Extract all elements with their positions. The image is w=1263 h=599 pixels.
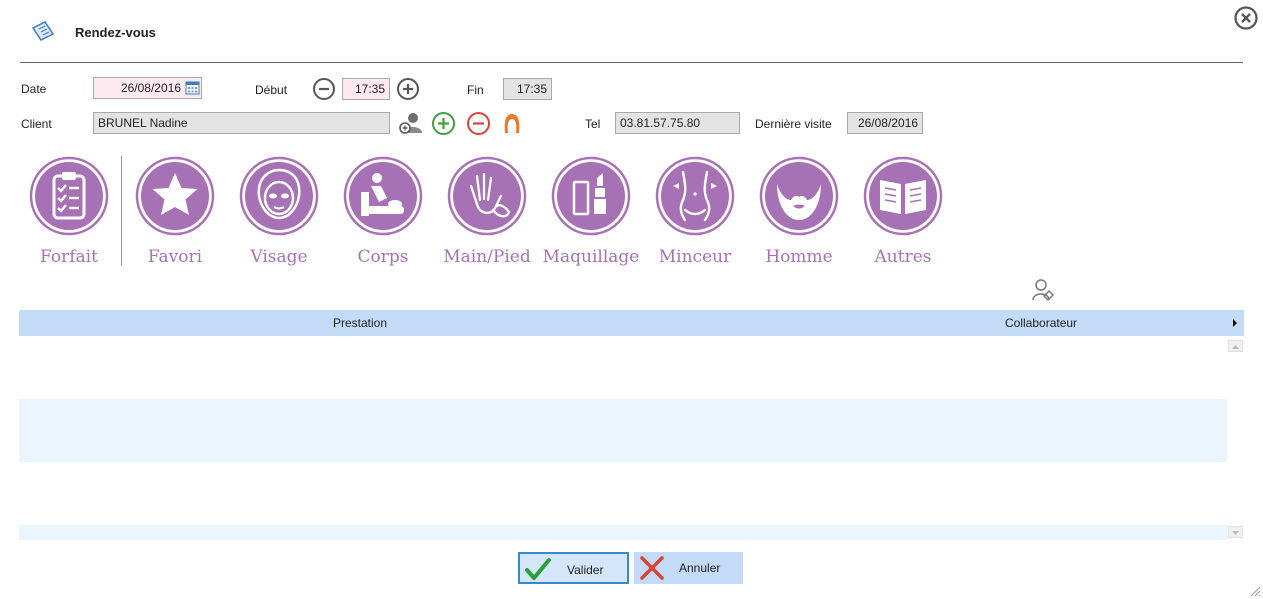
resize-grip-icon[interactable] bbox=[1249, 585, 1261, 597]
column-header-collaborateur[interactable]: Collaborateur bbox=[1005, 316, 1077, 330]
client-label: Client bbox=[21, 117, 52, 131]
star-icon bbox=[135, 156, 215, 236]
cross-icon bbox=[640, 556, 664, 580]
window-title: Rendez-vous bbox=[75, 25, 156, 40]
category-label: Autres bbox=[874, 247, 932, 267]
category-label: Main/Pied bbox=[443, 247, 531, 267]
category-corps[interactable]: Corps bbox=[331, 156, 435, 267]
hand-foot-icon bbox=[447, 156, 527, 236]
cancel-button[interactable]: Annuler bbox=[634, 552, 743, 584]
table-row[interactable] bbox=[19, 399, 1227, 462]
start-label: Début bbox=[255, 83, 288, 97]
remove-client-icon[interactable] bbox=[466, 111, 491, 136]
category-autres[interactable]: Autres bbox=[851, 156, 955, 267]
category-main-pied[interactable]: Main/Pied bbox=[435, 156, 539, 267]
calendar-picker-icon[interactable] bbox=[185, 80, 200, 95]
category-forfait[interactable]: Forfait bbox=[17, 156, 121, 267]
category-label: Maquillage bbox=[542, 247, 640, 267]
category-homme[interactable]: Homme bbox=[747, 156, 851, 267]
category-maquillage[interactable]: Maquillage bbox=[539, 156, 643, 267]
add-client-icon[interactable] bbox=[431, 111, 456, 136]
open-book-icon bbox=[863, 156, 943, 236]
category-favori[interactable]: Favori bbox=[123, 156, 227, 267]
face-mask-icon bbox=[239, 156, 319, 236]
category-label: Forfait bbox=[40, 247, 98, 267]
last-visit-label: Dernière visite bbox=[755, 117, 832, 131]
validate-label: Valider bbox=[567, 563, 604, 577]
category-divider bbox=[121, 156, 122, 266]
category-label: Favori bbox=[147, 247, 203, 267]
category-label: Corps bbox=[357, 247, 409, 267]
hair-icon[interactable] bbox=[502, 111, 522, 135]
header-divider bbox=[20, 62, 1243, 63]
calendar-note-icon bbox=[31, 21, 55, 41]
validate-button[interactable]: Valider bbox=[518, 552, 629, 584]
end-label: Fin bbox=[467, 83, 484, 97]
plus-circle-icon[interactable] bbox=[396, 77, 420, 101]
column-scroll-right-icon[interactable] bbox=[1232, 319, 1238, 327]
scroll-down-icon bbox=[1232, 531, 1239, 535]
category-visage[interactable]: Visage bbox=[227, 156, 331, 267]
slim-waist-icon bbox=[655, 156, 735, 236]
body-massage-icon bbox=[343, 156, 423, 236]
scroll-down-arrow[interactable] bbox=[1228, 526, 1243, 538]
last-visit-field[interactable]: 26/08/2016 bbox=[847, 112, 923, 134]
minus-circle-icon[interactable] bbox=[312, 77, 336, 101]
column-header-prestation[interactable]: Prestation bbox=[333, 316, 387, 330]
tel-label: Tel bbox=[585, 117, 601, 131]
scroll-up-arrow[interactable] bbox=[1228, 340, 1243, 352]
beard-icon bbox=[759, 156, 839, 236]
tel-field[interactable]: 03.81.57.75.80 bbox=[615, 112, 740, 134]
date-label: Date bbox=[21, 82, 47, 96]
scroll-up-icon bbox=[1232, 345, 1239, 349]
lipstick-icon bbox=[551, 156, 631, 236]
category-label: Visage bbox=[250, 247, 308, 267]
category-minceur[interactable]: Minceur bbox=[643, 156, 747, 267]
client-search-icon[interactable] bbox=[398, 111, 424, 135]
checkmark-icon bbox=[525, 558, 551, 580]
table-row[interactable] bbox=[19, 525, 1227, 540]
close-icon[interactable] bbox=[1233, 5, 1259, 31]
end-time-field[interactable]: 17:35 bbox=[503, 78, 552, 100]
table-scrollbar[interactable] bbox=[1227, 338, 1244, 540]
start-time-field[interactable]: 17:35 bbox=[342, 78, 390, 100]
category-label: Minceur bbox=[658, 247, 732, 267]
client-field[interactable]: BRUNEL Nadine bbox=[93, 112, 390, 134]
cancel-label: Annuler bbox=[679, 561, 721, 575]
collaborator-select-icon[interactable] bbox=[1030, 277, 1058, 303]
clipboard-checklist-icon bbox=[29, 156, 109, 236]
table-header: Prestation Collaborateur bbox=[19, 310, 1244, 336]
category-label: Homme bbox=[765, 247, 833, 267]
